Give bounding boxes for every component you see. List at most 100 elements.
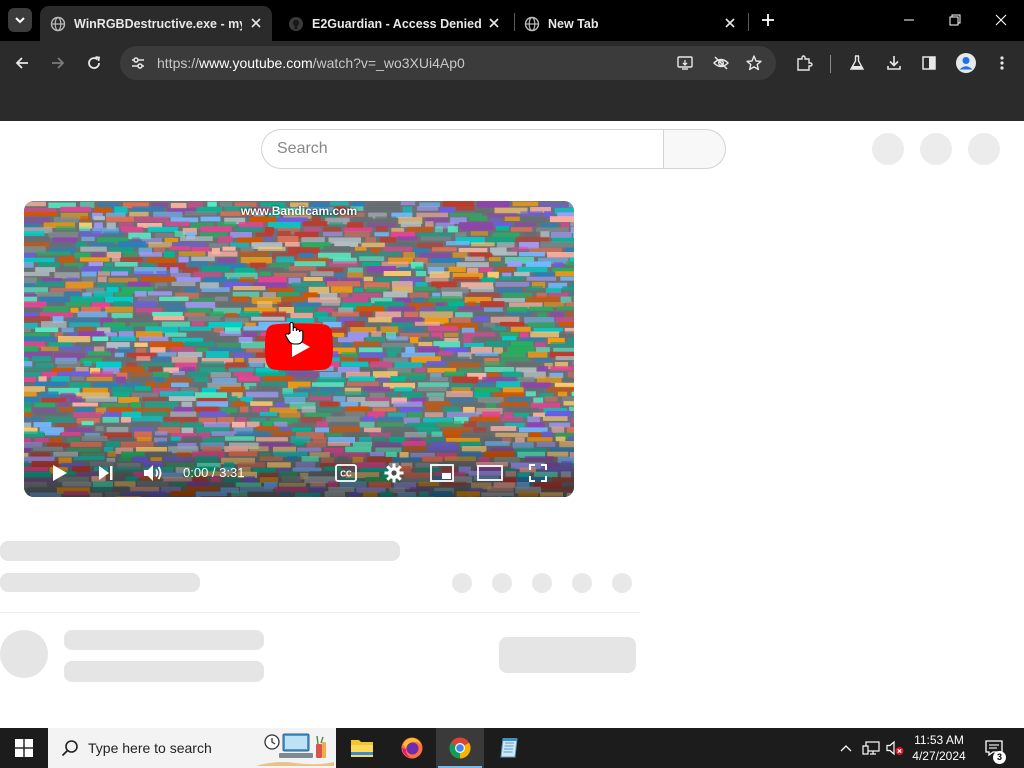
profile-button[interactable] xyxy=(950,47,982,79)
minimize-icon xyxy=(904,19,914,21)
arrow-left-icon xyxy=(15,57,28,69)
search-icon xyxy=(61,740,78,757)
side-panel-button[interactable] xyxy=(913,47,945,79)
star-icon[interactable] xyxy=(742,51,766,75)
account-avatar-placeholder[interactable] xyxy=(968,133,1000,165)
tab-e2guardian[interactable]: E2Guardian - Access Denied xyxy=(278,6,510,41)
downloads-button[interactable] xyxy=(878,47,910,79)
subscribe-button-skeleton xyxy=(499,637,636,673)
closed-captions-icon: CC xyxy=(335,464,357,482)
back-button[interactable] xyxy=(6,47,38,79)
action-skeleton xyxy=(452,573,472,593)
skip-next-icon xyxy=(99,466,113,480)
gear-icon xyxy=(384,463,404,483)
theater-mode-button[interactable] xyxy=(475,459,505,487)
new-tab-button[interactable] xyxy=(756,8,780,32)
action-skeleton xyxy=(612,573,632,593)
action-skeleton xyxy=(572,573,592,593)
video-player[interactable]: www.Bandicam.com 0:00 / 3:31 CC xyxy=(24,201,574,497)
notepad-icon xyxy=(500,738,518,758)
tab-winrgb[interactable]: WinRGBDestructive.exe - my n xyxy=(40,6,272,41)
chrome-icon xyxy=(449,737,471,759)
avatar-icon xyxy=(956,53,976,73)
labs-button[interactable] xyxy=(841,47,873,79)
channel-avatar-skeleton xyxy=(0,630,48,678)
url-host: www.youtube.com xyxy=(199,55,313,71)
search-input[interactable] xyxy=(277,138,647,160)
divider xyxy=(0,612,640,613)
svg-text:CC: CC xyxy=(340,470,352,479)
channel-subs-skeleton xyxy=(64,661,264,682)
windows-logo-icon xyxy=(15,739,33,757)
site-settings-icon[interactable] xyxy=(126,51,150,75)
notifications-button-placeholder[interactable] xyxy=(920,133,952,165)
tab-search-button[interactable] xyxy=(8,8,32,32)
close-window-button[interactable] xyxy=(978,0,1024,40)
close-icon[interactable] xyxy=(722,15,738,31)
install-app-icon[interactable] xyxy=(673,51,697,75)
more-vertical-icon xyxy=(1000,56,1004,70)
network-button[interactable] xyxy=(860,728,882,768)
flask-icon xyxy=(849,55,865,70)
fullscreen-button[interactable] xyxy=(523,459,553,487)
github-icon xyxy=(288,16,304,32)
captions-button[interactable]: CC xyxy=(331,459,361,487)
address-bar[interactable]: https://www.youtube.com/watch?v=_wo3XUi4… xyxy=(120,46,776,80)
tab-new-tab[interactable]: New Tab xyxy=(514,6,746,41)
url-path: /watch?v=_wo3XUi4Ap0 xyxy=(312,55,465,71)
clock[interactable]: 11:53 AM 4/27/2024 xyxy=(905,732,973,764)
channel-name-skeleton xyxy=(64,630,264,650)
restore-icon xyxy=(949,14,961,26)
time-separator: / xyxy=(208,465,220,480)
url-text: https://www.youtube.com/watch?v=_wo3XUi4… xyxy=(157,55,465,71)
taskbar-notepad[interactable] xyxy=(486,728,534,768)
close-icon[interactable] xyxy=(486,15,502,31)
time-display: 0:00 / 3:31 xyxy=(183,465,244,480)
miniplayer-button[interactable] xyxy=(427,459,457,487)
hand-cursor-icon xyxy=(285,321,304,345)
restore-button[interactable] xyxy=(932,0,978,40)
network-icon xyxy=(862,741,880,755)
toolbar-divider xyxy=(830,55,831,73)
duration: 3:31 xyxy=(219,465,245,480)
search-button[interactable] xyxy=(663,129,726,169)
play-button[interactable] xyxy=(44,459,74,487)
tab-title: WinRGBDestructive.exe - my n xyxy=(74,16,242,31)
forward-button[interactable] xyxy=(42,47,74,79)
play-icon xyxy=(53,465,67,481)
mute-button[interactable] xyxy=(138,459,168,487)
create-button-placeholder[interactable] xyxy=(872,133,904,165)
tab-strip: WinRGBDestructive.exe - my n E2Guardian … xyxy=(0,0,1024,41)
chevron-up-icon xyxy=(840,745,852,752)
close-icon[interactable] xyxy=(248,15,264,31)
action-skeleton xyxy=(492,573,512,593)
show-hidden-icons-button[interactable] xyxy=(836,728,856,768)
search-placeholder: Type here to search xyxy=(88,740,212,756)
action-skeleton xyxy=(532,573,552,593)
volume-muted-icon xyxy=(886,740,904,756)
plus-icon xyxy=(762,14,774,26)
taskbar-chrome[interactable] xyxy=(436,728,484,768)
reload-button[interactable] xyxy=(78,47,110,79)
taskbar-file-explorer[interactable] xyxy=(338,728,386,768)
tab-separator xyxy=(748,13,749,31)
clock-date: 4/27/2024 xyxy=(912,749,966,763)
extensions-button[interactable] xyxy=(788,47,820,79)
title-skeleton xyxy=(0,541,400,561)
settings-button[interactable] xyxy=(379,459,409,487)
taskbar-firefox[interactable] xyxy=(388,728,436,768)
minimize-button[interactable] xyxy=(886,0,932,40)
taskbar-search-box[interactable]: Type here to search xyxy=(48,728,336,768)
menu-button[interactable] xyxy=(986,47,1018,79)
next-button[interactable] xyxy=(91,459,121,487)
search-highlight-illustration xyxy=(256,730,334,766)
volume-button[interactable] xyxy=(884,728,906,768)
arrow-right-icon xyxy=(52,57,65,69)
file-explorer-icon xyxy=(351,740,373,757)
start-button[interactable] xyxy=(0,728,48,768)
windows-taskbar: Type here to search 11:53 AM 4/27/2024 3 xyxy=(0,728,1024,768)
globe-icon xyxy=(50,16,66,32)
bandicam-watermark: www.Bandicam.com xyxy=(240,204,358,218)
eye-off-icon[interactable] xyxy=(709,51,733,75)
current-time: 0:00 xyxy=(183,465,209,480)
